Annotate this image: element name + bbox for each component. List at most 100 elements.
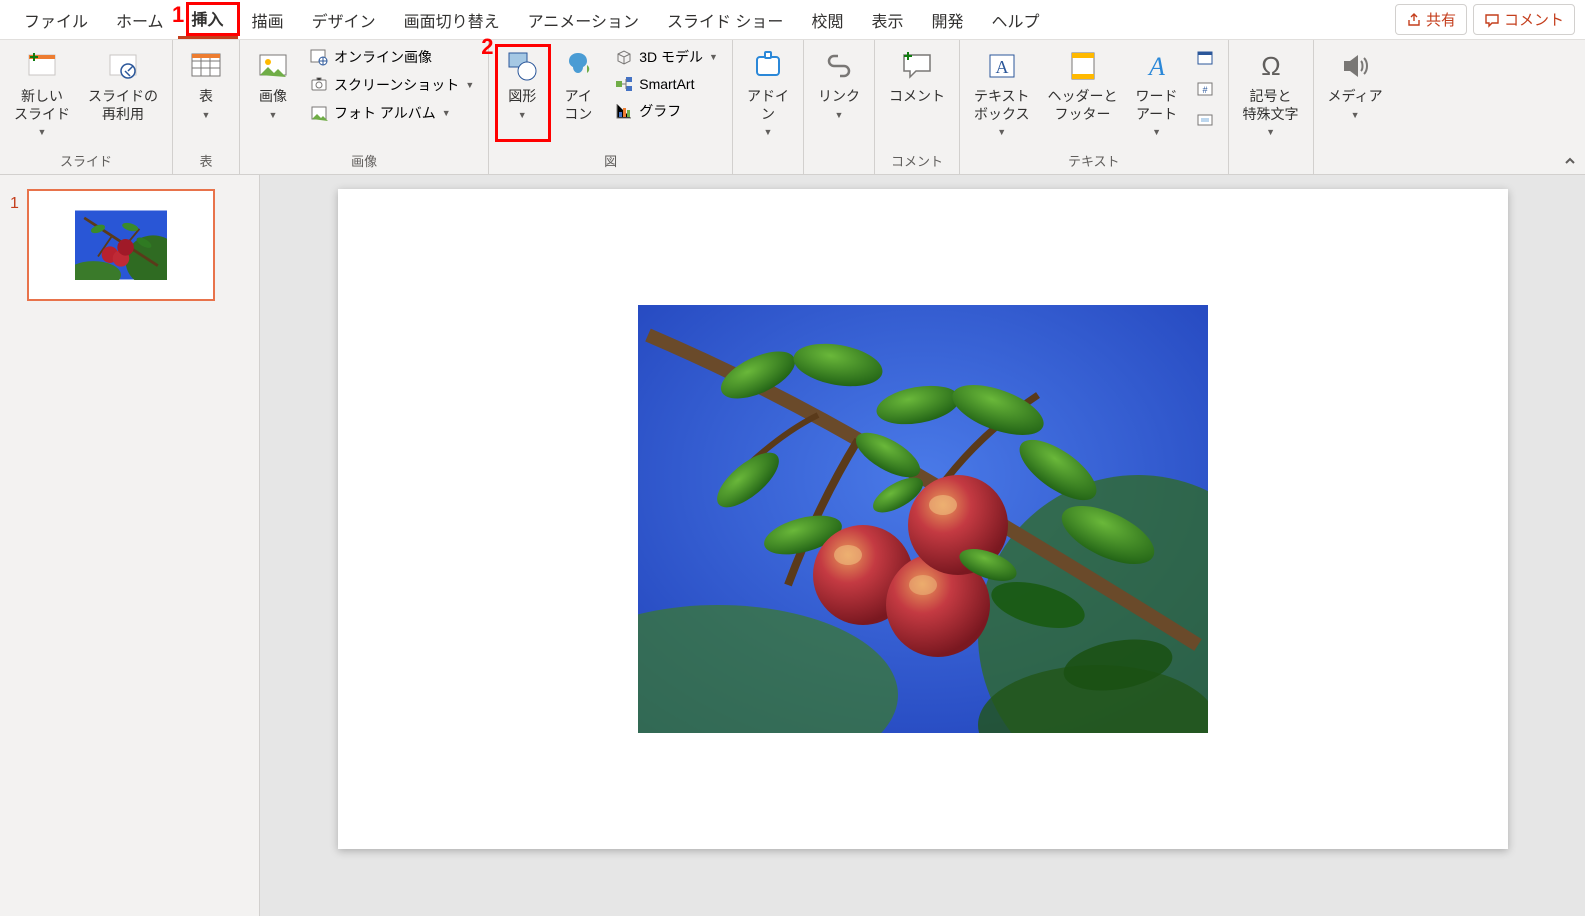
- svg-text:A: A: [995, 57, 1008, 77]
- group-comments: コメント コメント: [875, 40, 960, 174]
- workspace: 1: [0, 175, 1585, 916]
- chevron-down-icon: ▼: [1152, 127, 1161, 137]
- tab-insert[interactable]: 挿入: [178, 0, 238, 39]
- reuse-slide-button[interactable]: スライドの 再利用: [82, 44, 164, 127]
- tab-design[interactable]: デザイン: [298, 2, 390, 38]
- photo-album-button[interactable]: フォト アルバム ▼: [304, 100, 480, 126]
- chart-button[interactable]: グラフ: [609, 98, 724, 124]
- shapes-button[interactable]: 図形 ▼: [497, 44, 547, 124]
- textbox-button[interactable]: A テキスト ボックス ▼: [968, 44, 1036, 141]
- chevron-down-icon: ▼: [763, 127, 772, 137]
- group-slide-label: スライド: [8, 149, 164, 174]
- share-button[interactable]: 共有: [1395, 4, 1467, 35]
- media-button[interactable]: メディア ▼: [1322, 44, 1389, 124]
- group-comments-label: コメント: [883, 149, 951, 174]
- pictures-button[interactable]: 画像 ▼: [248, 44, 298, 124]
- shapes-icon: [504, 48, 540, 84]
- shapes-label: 図形: [508, 88, 536, 106]
- tab-draw[interactable]: 描画: [238, 2, 298, 38]
- date-time-button[interactable]: [1190, 46, 1220, 70]
- icons-icon: [560, 48, 596, 84]
- insert-comment-icon: [899, 48, 935, 84]
- wordart-icon: A: [1139, 48, 1175, 84]
- group-media-label: [1322, 168, 1389, 174]
- chevron-down-icon: ▼: [709, 52, 718, 62]
- pictures-icon: [255, 48, 291, 84]
- tab-animations[interactable]: アニメーション: [514, 2, 653, 38]
- group-illustrations: 図形 ▼ アイ コン 3D モデル ▼: [489, 40, 733, 174]
- object-button[interactable]: [1190, 108, 1220, 132]
- slide-number-button[interactable]: #: [1190, 77, 1220, 101]
- group-addins-label: [741, 168, 795, 174]
- 3d-models-button[interactable]: 3D モデル ▼: [609, 44, 724, 70]
- online-pictures-icon: [310, 48, 328, 66]
- slide-thumbnail-1[interactable]: [27, 189, 215, 301]
- textbox-icon: A: [984, 48, 1020, 84]
- chevron-down-icon: ▼: [465, 80, 474, 90]
- headerfooter-button[interactable]: ヘッダーと フッター: [1042, 44, 1124, 127]
- smartart-button[interactable]: SmartArt: [609, 72, 724, 96]
- group-images: 画像 ▼ オンライン画像 スクリーンショット ▼: [240, 40, 489, 174]
- group-table: 表 ▼ 表: [173, 40, 240, 174]
- group-symbols-label: [1237, 168, 1305, 174]
- chevron-down-icon: ▼: [1266, 127, 1275, 137]
- table-label: 表: [199, 88, 213, 106]
- link-icon: [821, 48, 857, 84]
- group-table-label: 表: [181, 149, 231, 174]
- group-media: メディア ▼: [1314, 40, 1397, 174]
- addins-label: アドイ ン: [747, 88, 789, 123]
- chart-icon: [615, 102, 633, 120]
- icons-label: アイ コン: [564, 88, 592, 123]
- insert-comment-button[interactable]: コメント: [883, 44, 951, 110]
- thumbnail-row[interactable]: 1: [10, 189, 249, 301]
- group-text-label: テキスト: [968, 149, 1220, 174]
- thumbnail-panel: 1: [0, 175, 260, 916]
- tab-view[interactable]: 表示: [857, 2, 917, 38]
- screenshot-icon: [310, 76, 328, 94]
- slide[interactable]: [338, 189, 1508, 849]
- group-links-label: [812, 168, 866, 174]
- table-icon: [188, 48, 224, 84]
- smartart-icon: [615, 75, 633, 93]
- group-addins: アドイ ン ▼: [733, 40, 804, 174]
- slide-image: [638, 305, 1208, 733]
- addins-button[interactable]: アドイ ン ▼: [741, 44, 795, 141]
- share-icon: [1406, 12, 1422, 28]
- thumbnail-number: 1: [10, 189, 19, 213]
- omega-icon: Ω: [1253, 48, 1289, 84]
- table-button[interactable]: 表 ▼: [181, 44, 231, 124]
- new-slide-button[interactable]: 新しい スライド ▼: [8, 44, 76, 141]
- new-slide-icon: [24, 48, 60, 84]
- smartart-label: SmartArt: [639, 76, 694, 92]
- wordart-button[interactable]: A ワード アート ▼: [1130, 44, 1184, 141]
- screenshot-button[interactable]: スクリーンショット ▼: [304, 72, 480, 98]
- chevron-down-icon: ▼: [1351, 110, 1360, 120]
- tab-help[interactable]: ヘルプ: [977, 2, 1053, 38]
- tab-slideshow[interactable]: スライド ショー: [653, 2, 797, 38]
- chevron-down-icon: ▼: [202, 110, 211, 120]
- svg-text:Ω: Ω: [1261, 51, 1280, 81]
- cube-icon: [615, 48, 633, 66]
- tab-home[interactable]: ホーム: [102, 2, 178, 38]
- link-button[interactable]: リンク ▼: [812, 44, 866, 124]
- tab-transitions[interactable]: 画面切り替え: [390, 2, 514, 38]
- tab-developer[interactable]: 開発: [917, 2, 977, 38]
- group-images-label: 画像: [248, 149, 480, 174]
- group-illustrations-label: 図: [497, 149, 724, 174]
- tab-review[interactable]: 校閲: [797, 2, 857, 38]
- tab-file[interactable]: ファイル: [10, 2, 102, 38]
- symbols-label: 記号と 特殊文字: [1243, 88, 1299, 123]
- slide-canvas-area[interactable]: [260, 175, 1585, 916]
- online-pictures-button[interactable]: オンライン画像: [304, 44, 480, 70]
- comment-button[interactable]: コメント: [1473, 4, 1575, 35]
- icons-button[interactable]: アイ コン: [553, 44, 603, 127]
- symbols-button[interactable]: Ω 記号と 特殊文字 ▼: [1237, 44, 1305, 141]
- collapse-ribbon-icon[interactable]: [1563, 154, 1577, 168]
- group-slide: 新しい スライド ▼ スライドの 再利用 スライド: [0, 40, 173, 174]
- ribbon-tabs: ファイル ホーム 挿入 描画 デザイン 画面切り替え アニメーション スライド …: [0, 0, 1585, 40]
- headerfooter-label: ヘッダーと フッター: [1048, 88, 1118, 123]
- group-text: A テキスト ボックス ▼ ヘッダーと フッター A ワード アート ▼: [960, 40, 1229, 174]
- reuse-slide-icon: [105, 48, 141, 84]
- pictures-label: 画像: [259, 88, 287, 106]
- online-pictures-label: オンライン画像: [334, 47, 432, 67]
